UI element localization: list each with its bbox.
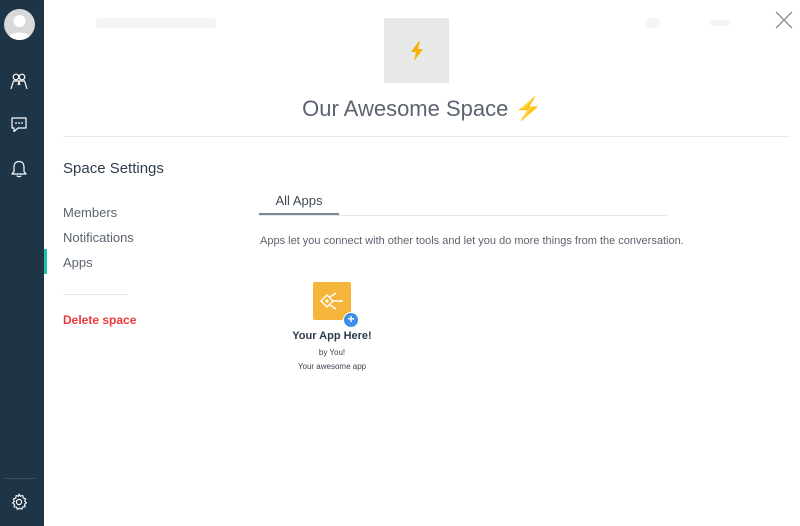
people-icon[interactable] bbox=[10, 72, 28, 90]
background-placeholder bbox=[646, 18, 660, 28]
space-name-heading: Our Awesome Space ⚡ bbox=[44, 96, 800, 122]
sidebar bbox=[0, 0, 44, 526]
app-author: by You! bbox=[318, 348, 346, 357]
app-name: Your App Here! bbox=[292, 330, 372, 342]
header-divider bbox=[63, 136, 790, 137]
app-description: Your awesome app bbox=[297, 362, 367, 371]
app-card[interactable]: + Your App Here! by You! Your awesome ap… bbox=[290, 282, 374, 371]
menu-item-members[interactable]: Members bbox=[63, 205, 117, 220]
add-app-plus-icon[interactable]: + bbox=[343, 312, 359, 328]
space-avatar[interactable] bbox=[384, 18, 449, 83]
apps-description: Apps let you connect with other tools an… bbox=[260, 235, 684, 247]
gear-icon[interactable] bbox=[10, 493, 28, 511]
menu-divider bbox=[63, 294, 128, 295]
background-placeholder bbox=[710, 20, 730, 26]
menu-item-notifications[interactable]: Notifications bbox=[63, 230, 134, 245]
close-icon[interactable] bbox=[772, 8, 796, 32]
delete-space-link[interactable]: Delete space bbox=[63, 313, 136, 327]
menu-item-apps[interactable]: Apps bbox=[63, 255, 93, 270]
app-logo-icon bbox=[320, 292, 343, 310]
user-avatar[interactable] bbox=[4, 9, 35, 40]
settings-title: Space Settings bbox=[63, 160, 164, 177]
lightning-bolt-icon bbox=[410, 40, 423, 61]
active-indicator bbox=[44, 249, 47, 274]
bell-icon[interactable] bbox=[10, 160, 28, 178]
chat-icon[interactable] bbox=[10, 116, 28, 134]
tab-divider bbox=[259, 215, 667, 216]
sidebar-divider bbox=[4, 478, 36, 479]
space-settings-panel: Our Awesome Space ⚡ Space Settings Membe… bbox=[44, 0, 800, 526]
app-icon: + bbox=[313, 282, 359, 328]
person-silhouette-icon bbox=[8, 15, 31, 40]
background-placeholder bbox=[96, 18, 216, 28]
space-name: Our Awesome Space bbox=[302, 96, 509, 121]
space-emoji: ⚡ bbox=[514, 96, 542, 121]
tab-all-apps[interactable]: All Apps bbox=[259, 193, 339, 208]
